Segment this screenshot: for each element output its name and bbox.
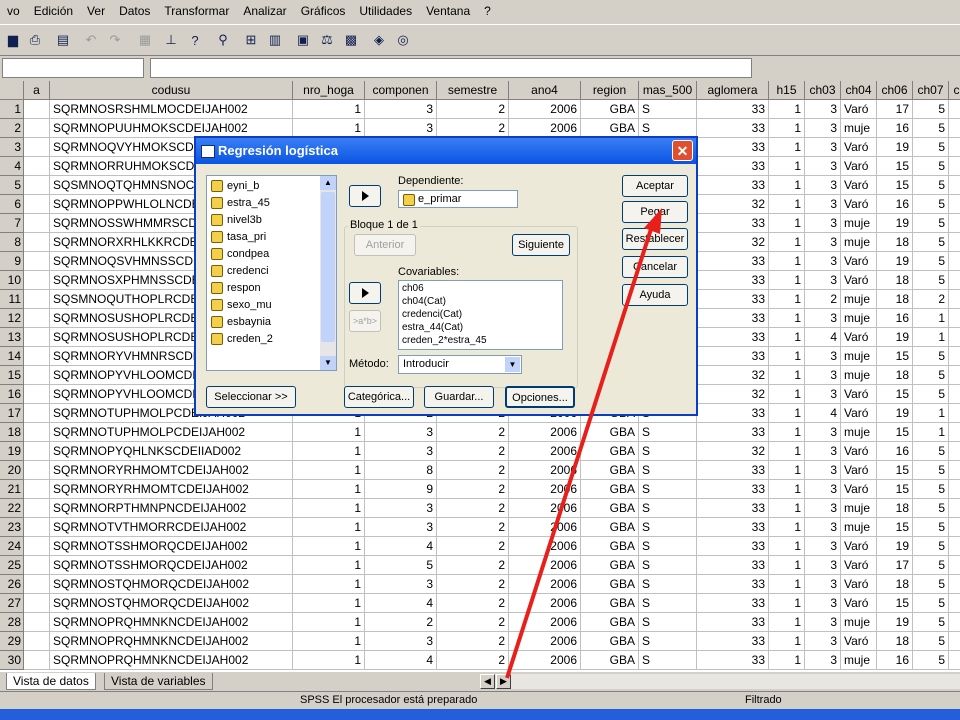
arrow-head-icon [644, 208, 662, 234]
annotation-arrow [505, 208, 662, 679]
arrow-shaft [505, 225, 654, 679]
